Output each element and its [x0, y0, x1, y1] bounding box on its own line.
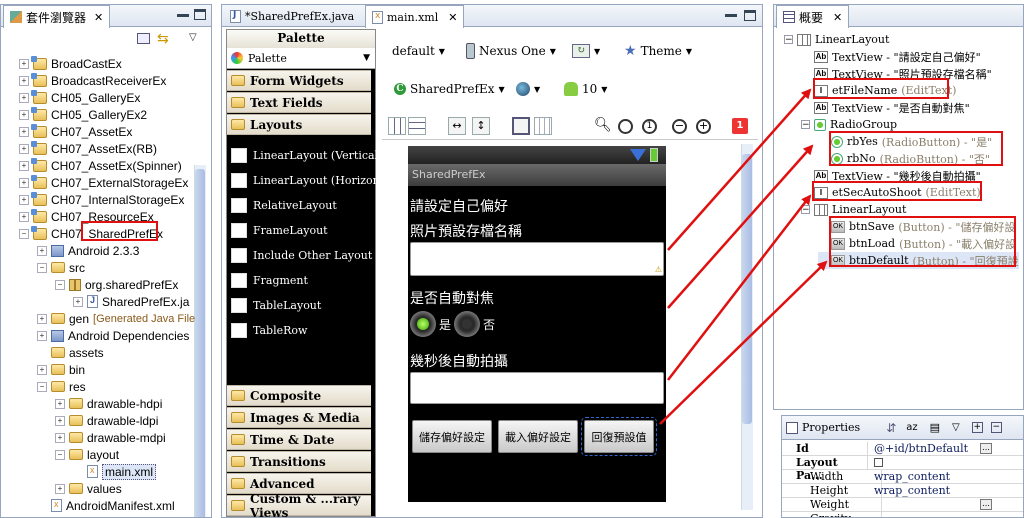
arrow-etsecautoshoot: [667, 194, 812, 381]
arrow-buttons: [659, 260, 828, 425]
arrow-etfilename: [667, 88, 812, 251]
annotation-arrows: [659, 88, 828, 425]
